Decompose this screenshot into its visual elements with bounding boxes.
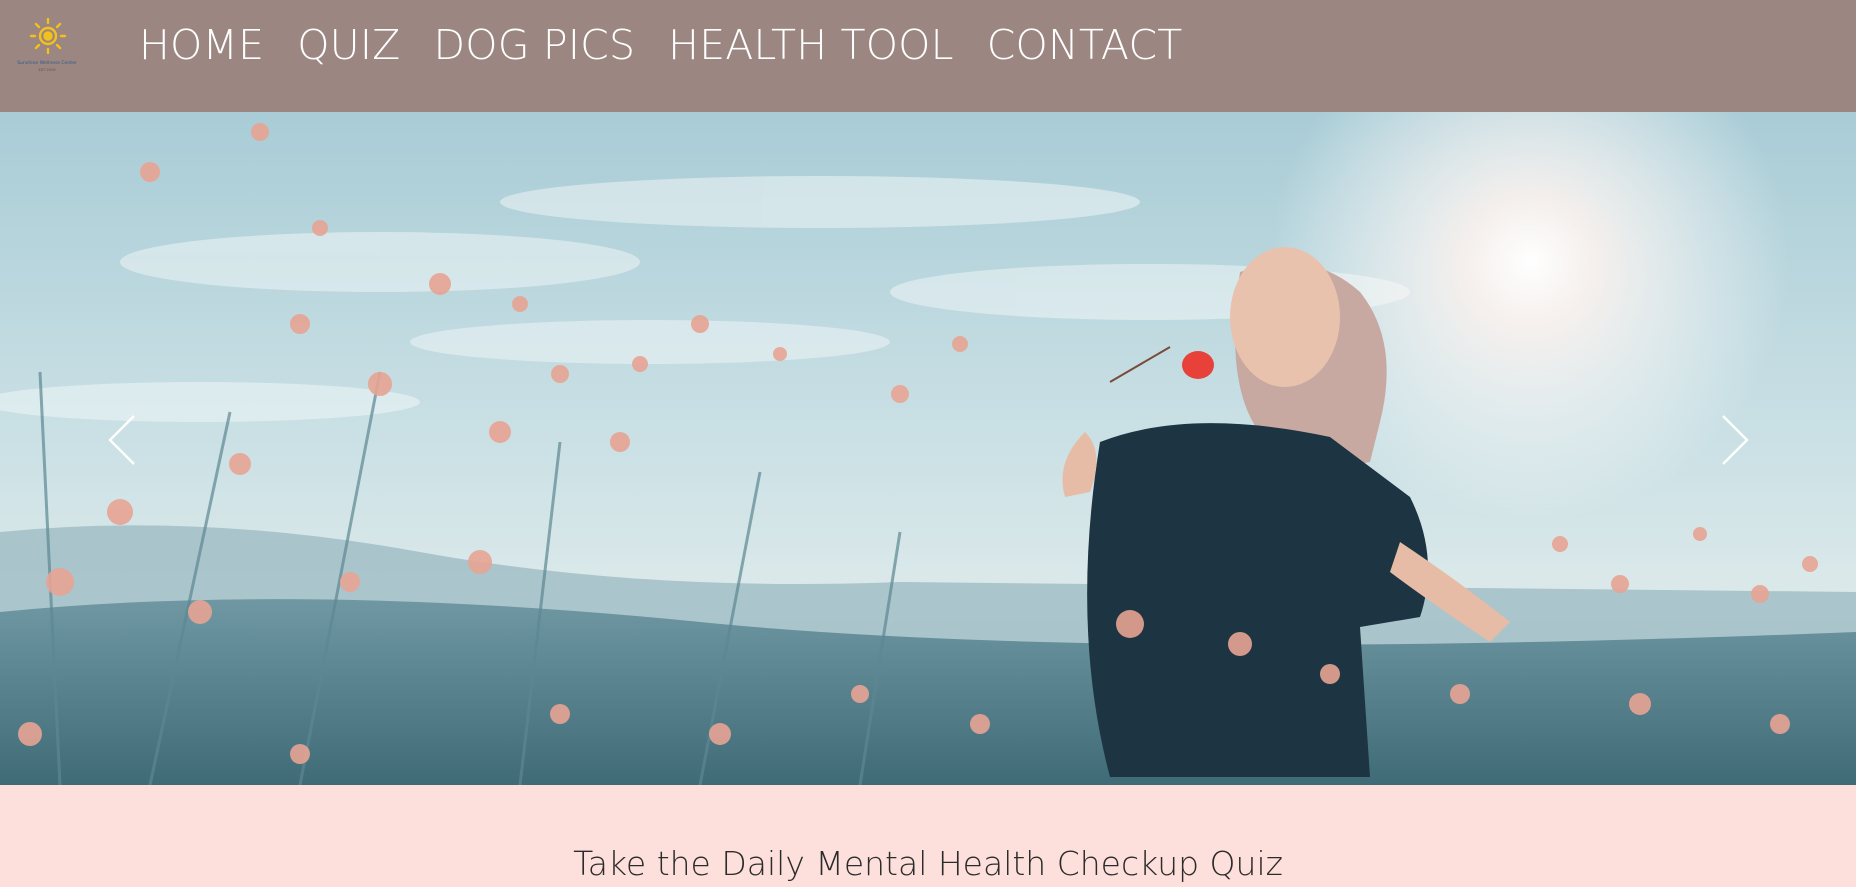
- hero-carousel: [0, 112, 1856, 785]
- nav-quiz[interactable]: QUIZ: [297, 18, 400, 72]
- nav-dog-pics[interactable]: DOG PICS: [433, 18, 635, 72]
- site-logo[interactable]: Sunshine Wellness Center EST 2019: [14, 14, 80, 76]
- logo-tagline: EST 2019: [38, 68, 56, 72]
- sun-icon: Sunshine Wellness Center EST 2019: [17, 17, 77, 72]
- carousel-next-button[interactable]: [1713, 410, 1753, 470]
- hero-image: [0, 112, 1856, 785]
- quiz-heading: Take the Daily Mental Health Checkup Qui…: [573, 844, 1283, 883]
- chevron-right-icon: [1722, 415, 1749, 465]
- nav-contact[interactable]: CONTACT: [987, 18, 1183, 72]
- chevron-left-icon: [108, 415, 135, 465]
- carousel-prev-button[interactable]: [104, 410, 144, 470]
- main-nav: HOME QUIZ DOG PICS HEALTH TOOL CONTACT: [139, 18, 1216, 72]
- nav-health-tool[interactable]: HEALTH TOOL: [668, 18, 954, 72]
- navbar: Sunshine Wellness Center EST 2019 HOME Q…: [0, 0, 1856, 112]
- logo-org-name: Sunshine Wellness Center: [17, 60, 77, 66]
- nav-home[interactable]: HOME: [139, 18, 264, 72]
